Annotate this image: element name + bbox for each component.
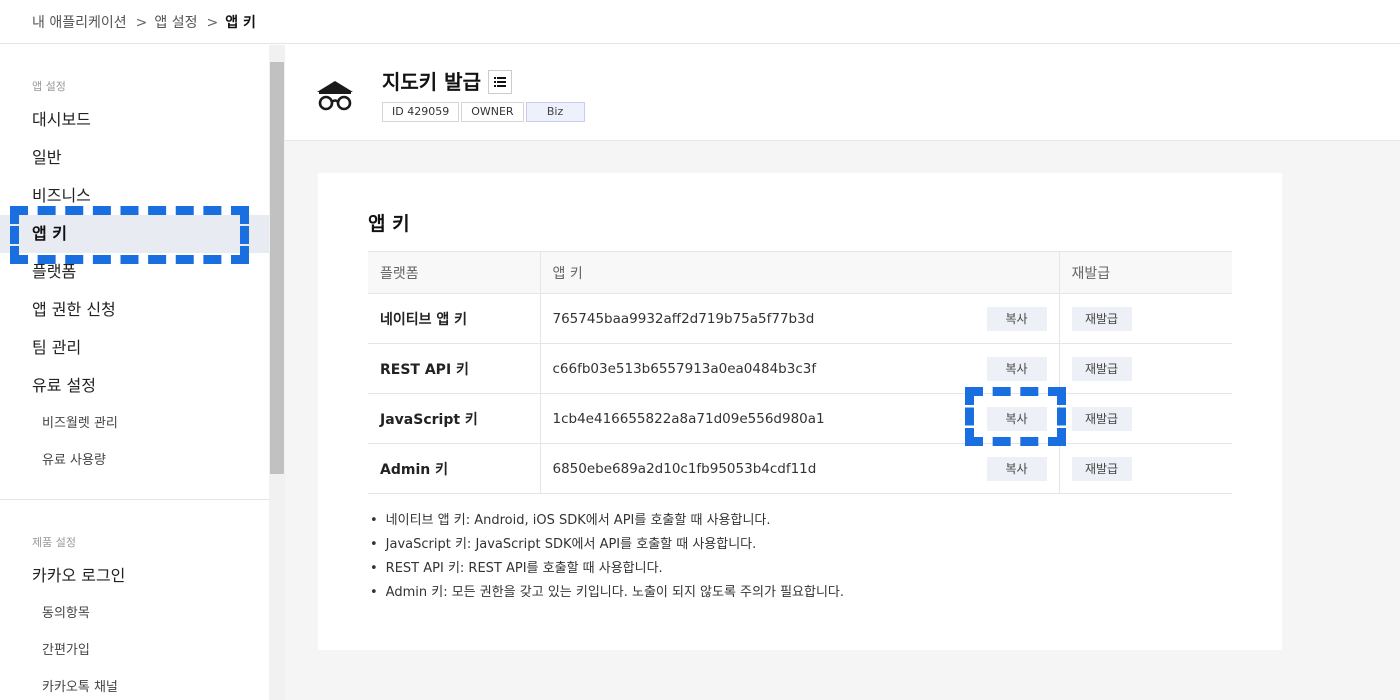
app-id-tag: ID 429059: [382, 102, 460, 122]
breadcrumb-my-apps[interactable]: 내 애플리케이션: [32, 12, 127, 32]
sidebar-item-bizwallet[interactable]: 비즈월렛 관리: [0, 405, 269, 443]
header-app-key: 앱 키: [540, 251, 1060, 294]
sidebar: 앱 설정 대시보드 일반 비즈니스 앱 키 플랫폼 앱 권한 신청 팀 관리 유…: [0, 45, 269, 700]
key-value: 765745baa9932aff2d719b75a5f77b3d: [552, 310, 815, 327]
breadcrumb: 내 애플리케이션 > 앱 설정 > 앱 키: [32, 12, 256, 32]
reissue-button[interactable]: 재발급: [1071, 406, 1132, 431]
glasses-hat-icon: [315, 75, 355, 115]
sidebar-item-paid-settings[interactable]: 유료 설정: [0, 367, 269, 405]
reissue-button[interactable]: 재발급: [1071, 356, 1132, 381]
owner-tag: OWNER: [461, 102, 524, 122]
sidebar-item-team[interactable]: 팀 관리: [0, 329, 269, 367]
sidebar-item-kakaotalk-channel[interactable]: 카카오톡 채널: [0, 669, 269, 700]
breadcrumb-current: 앱 키: [225, 15, 256, 31]
sidebar-item-app-permission[interactable]: 앱 권한 신청: [0, 291, 269, 329]
copy-button[interactable]: 복사: [986, 307, 1047, 331]
copy-button-javascript[interactable]: 복사: [986, 407, 1047, 431]
list-icon: [494, 77, 506, 87]
table-row: JavaScript 키 1cb4e416655822a8a71d09e556d…: [368, 393, 1232, 444]
sidebar-item-platform[interactable]: 플랫폼: [0, 253, 269, 291]
reissue-button[interactable]: 재발급: [1071, 306, 1132, 331]
header-reissue: 재발급: [1059, 251, 1232, 294]
sidebar-item-paid-usage[interactable]: 유료 사용량: [0, 442, 269, 480]
platform-name: JavaScript 키: [380, 411, 478, 428]
sidebar-section-app-settings: 앱 설정: [32, 80, 66, 93]
table-header-row: 플랫폼 앱 키 재발급: [368, 251, 1232, 294]
sidebar-divider: [0, 499, 269, 500]
platform-name: REST API 키: [380, 361, 469, 378]
table-row: REST API 키 c66fb03e513b6557913a0ea0484b3…: [368, 343, 1232, 394]
main-content: 지도키 발급 ID 429059 OWNER Biz 앱 키 플랫폼 앱 키 재…: [285, 45, 1400, 700]
app-title: 지도키 발급: [382, 70, 481, 94]
copy-button[interactable]: 복사: [986, 357, 1047, 381]
note-item: JavaScript 키: JavaScript SDK에서 API를 호출할 …: [370, 533, 844, 557]
header-platform: 플랫폼: [368, 251, 541, 294]
sidebar-item-app-key[interactable]: 앱 키: [0, 215, 269, 253]
platform-name: 네이티브 앱 키: [380, 311, 468, 328]
reissue-button[interactable]: 재발급: [1071, 456, 1132, 481]
app-header: 지도키 발급 ID 429059 OWNER Biz: [285, 45, 1400, 141]
key-value: 1cb4e416655822a8a71d09e556d980a1: [552, 410, 825, 427]
key-value: c66fb03e513b6557913a0ea0484b3c3f: [552, 360, 817, 377]
breadcrumb-separator: >: [206, 15, 219, 31]
breadcrumb-app-settings[interactable]: 앱 설정: [154, 12, 197, 32]
copy-button[interactable]: 복사: [986, 457, 1047, 481]
sidebar-item-general[interactable]: 일반: [0, 139, 269, 177]
sidebar-scrollbar-thumb[interactable]: [270, 62, 284, 474]
table-row: 네이티브 앱 키 765745baa9932aff2d719b75a5f77b3…: [368, 293, 1232, 344]
sidebar-item-kakao-login[interactable]: 카카오 로그인: [0, 557, 269, 595]
note-item: 네이티브 앱 키: Android, iOS SDK에서 API를 호출할 때 …: [370, 509, 844, 533]
sidebar-item-simple-signup[interactable]: 간편가입: [0, 632, 269, 670]
key-usage-notes: 네이티브 앱 키: Android, iOS SDK에서 API를 호출할 때 …: [370, 509, 844, 605]
top-bar: 내 애플리케이션 > 앱 설정 > 앱 키: [0, 0, 1400, 44]
sidebar-item-business[interactable]: 비즈니스: [0, 177, 269, 215]
note-item: Admin 키: 모든 권한을 갖고 있는 키입니다. 노출이 되지 않도록 주…: [370, 581, 844, 605]
key-value: 6850ebe689a2d10c1fb95053b4cdf11d: [552, 460, 817, 477]
section-title: 앱 키: [368, 213, 410, 235]
note-item: REST API 키: REST API를 호출할 때 사용합니다.: [370, 557, 844, 581]
app-list-button[interactable]: [488, 70, 512, 94]
sidebar-item-consent[interactable]: 동의항목: [0, 595, 269, 633]
app-keys-table: 플랫폼 앱 키 재발급 네이티브 앱 키 765745baa9932aff2d7…: [368, 251, 1232, 494]
sidebar-item-dashboard[interactable]: 대시보드: [0, 101, 269, 139]
sidebar-section-product-settings: 제품 설정: [32, 536, 76, 549]
table-row: Admin 키 6850ebe689a2d10c1fb95053b4cdf11d…: [368, 443, 1232, 494]
app-keys-card: 앱 키 플랫폼 앱 키 재발급 네이티브 앱 키 765745baa9932af…: [318, 173, 1282, 650]
platform-name: Admin 키: [380, 461, 448, 478]
biz-tag: Biz: [525, 102, 585, 122]
app-tags: ID 429059 OWNER Biz: [382, 102, 585, 122]
breadcrumb-separator: >: [135, 15, 148, 31]
